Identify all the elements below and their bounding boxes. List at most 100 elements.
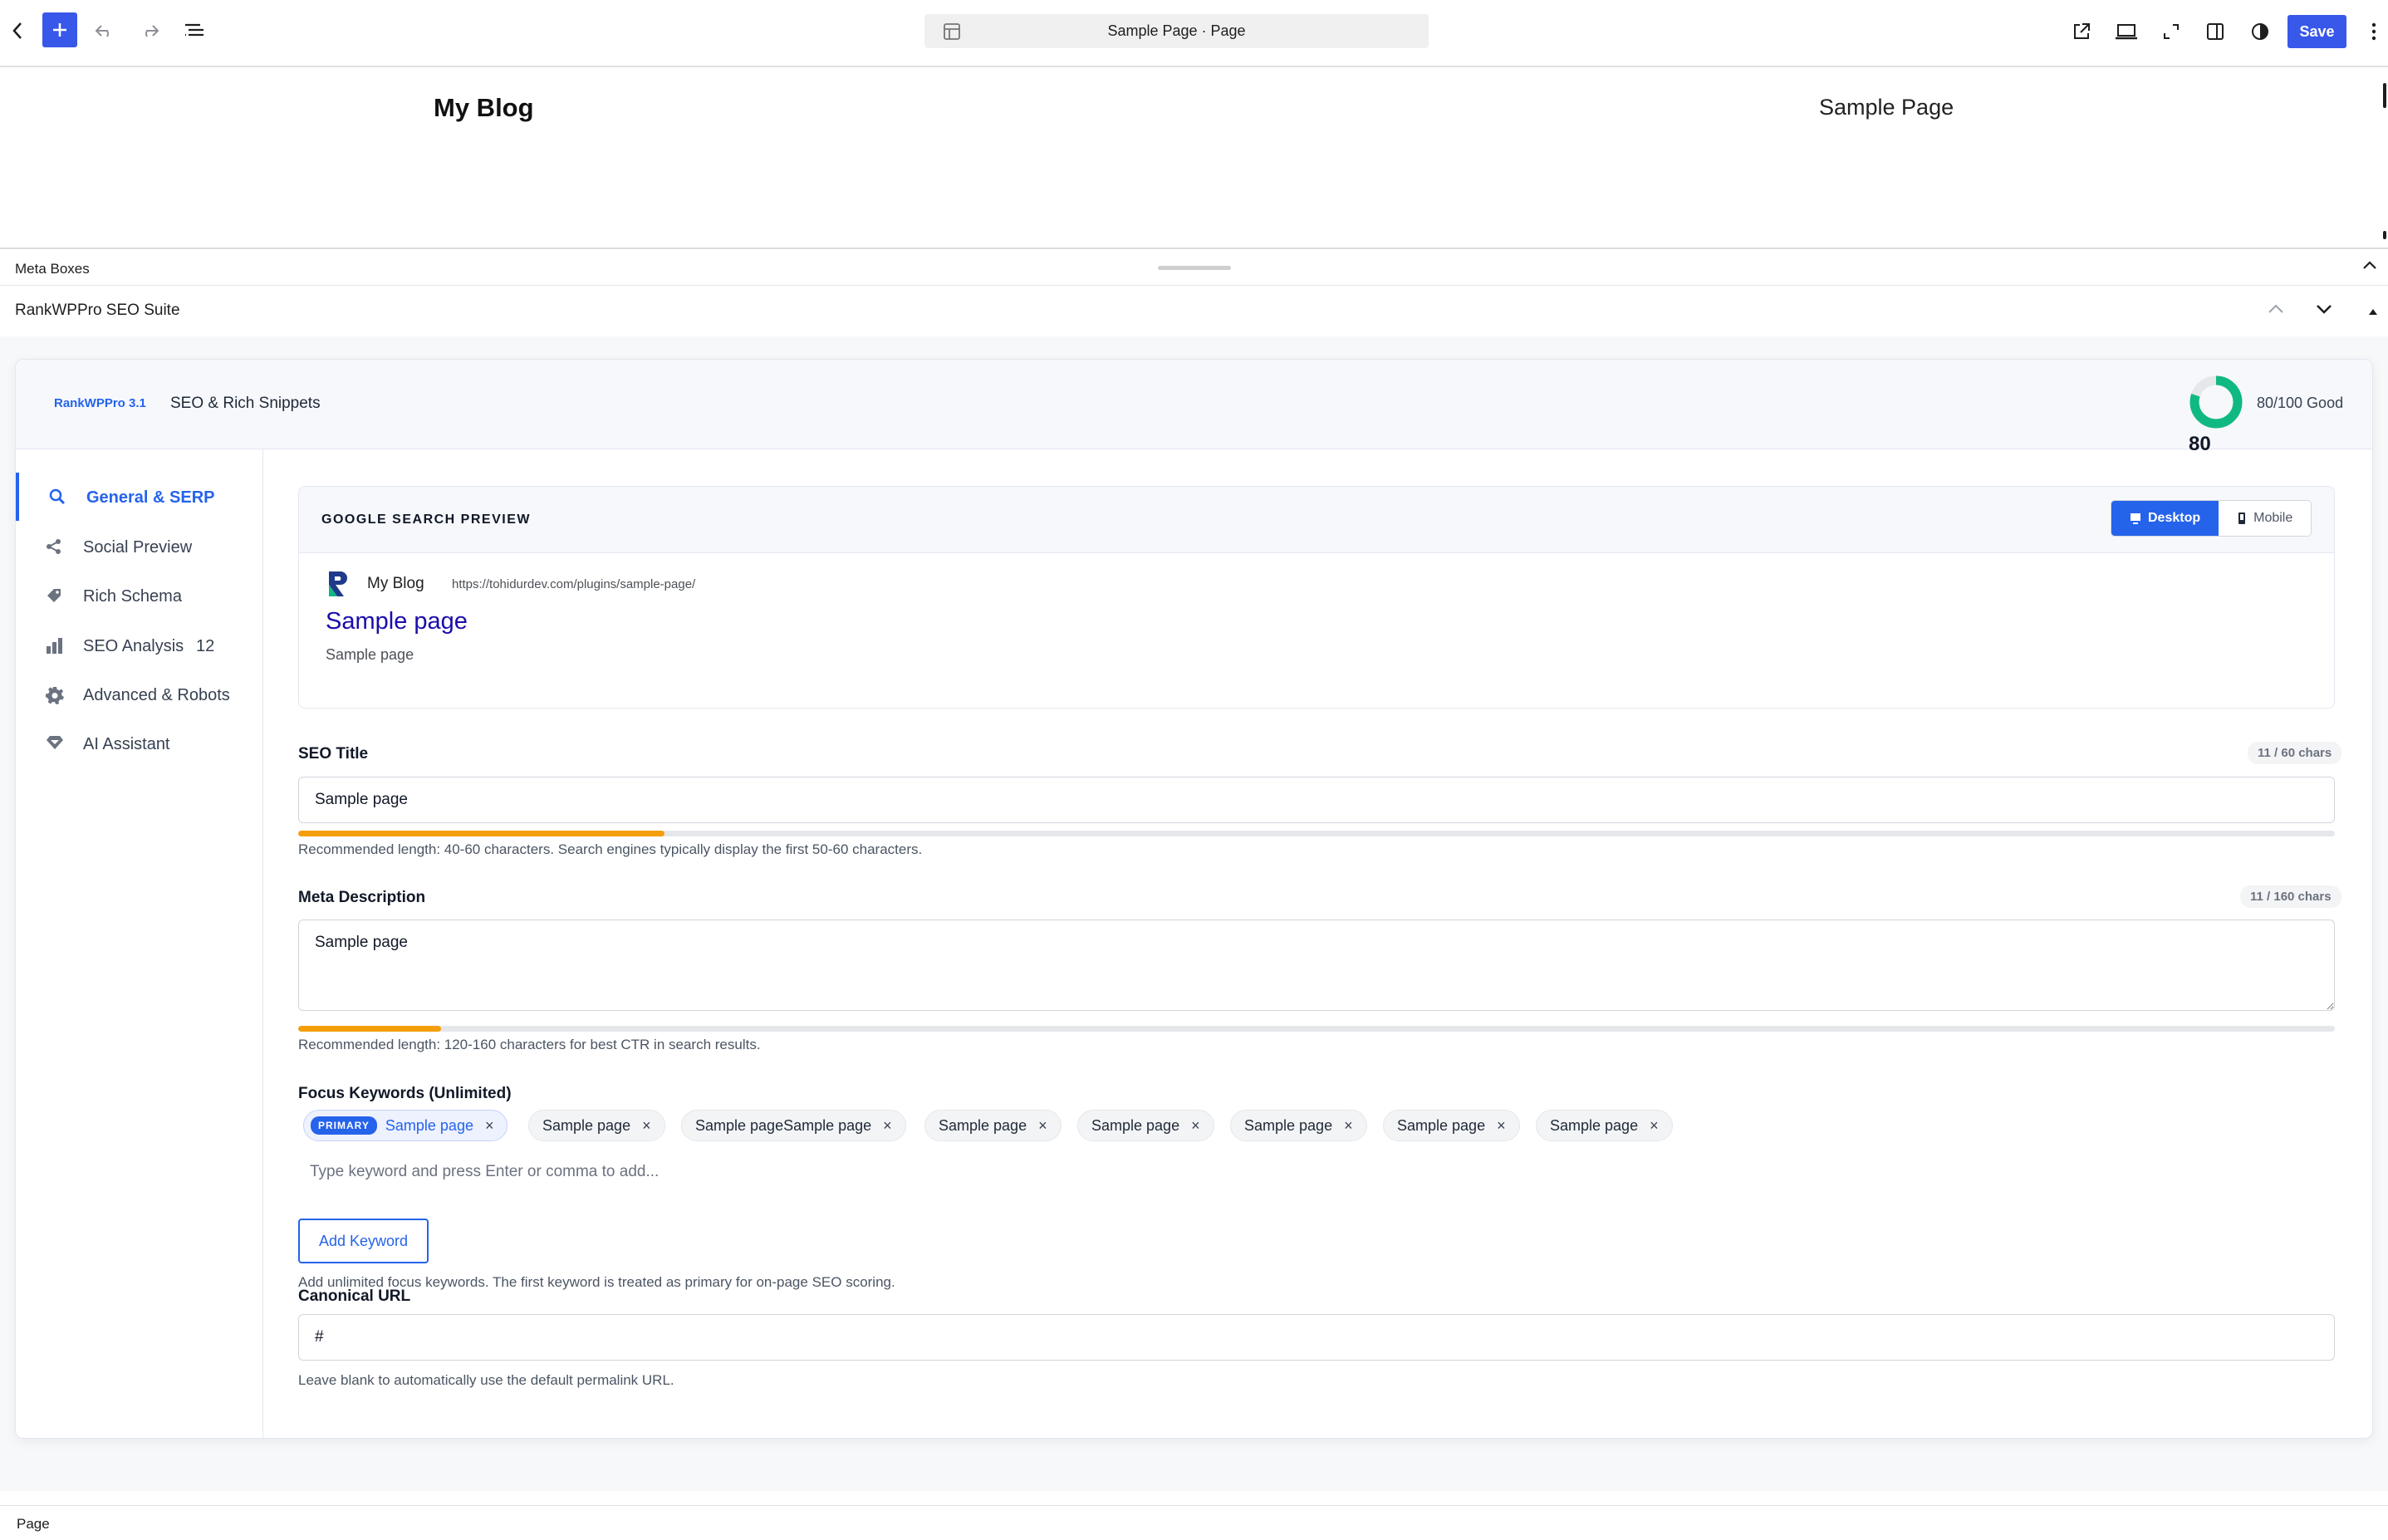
keyword-input[interactable]: Type keyword and press Enter or comma to… [310, 1163, 659, 1181]
meta-description-hint: Recommended length: 120-160 characters f… [298, 1037, 761, 1052]
remove-keyword-icon[interactable]: × [1497, 1117, 1506, 1135]
fullscreen-button[interactable] [2158, 18, 2185, 45]
remove-keyword-icon[interactable]: × [1038, 1117, 1047, 1135]
meta-description-textarea[interactable]: Sample page [298, 920, 2335, 1011]
canvas-scrollbar[interactable] [2383, 83, 2386, 108]
mobile-icon [2238, 513, 2246, 524]
seo-title-input[interactable] [298, 777, 2335, 823]
mobile-label: Mobile [2253, 511, 2293, 525]
share-icon [46, 538, 62, 560]
keyword-text: Sample page [1397, 1116, 1486, 1134]
gem-icon [46, 735, 64, 755]
keyword-chip[interactable]: Sample pageSample page × [681, 1110, 906, 1141]
remove-keyword-icon[interactable]: × [1191, 1117, 1200, 1135]
metabox-title: RankWPPro SEO Suite [15, 302, 180, 319]
sidebar-item-social-preview[interactable]: Social Preview [16, 522, 262, 571]
score-label: 80/100 Good [2257, 395, 2344, 411]
meta-description-length-fill [298, 1026, 441, 1032]
canonical-url-input[interactable] [298, 1314, 2335, 1361]
remove-keyword-icon[interactable]: × [485, 1117, 494, 1135]
settings-sidebar-button[interactable] [2202, 18, 2229, 45]
meta-description-label: Meta Description [298, 889, 426, 906]
plugin-header: RankWPPro 3.1 SEO & Rich Snippets 80 80/… [16, 360, 2372, 455]
sidebar-item-label: SEO Analysis [83, 637, 184, 655]
gear-icon [45, 686, 64, 709]
meta-description-length-bar [298, 1026, 2335, 1032]
sidebar-item-ai-assistant[interactable]: AI Assistant [16, 719, 262, 768]
add-block-button[interactable] [42, 12, 77, 47]
back-icon[interactable] [5, 18, 30, 43]
sidebar-item-label: Rich Schema [83, 587, 182, 606]
seo-title-length-fill [298, 831, 665, 836]
sidebar-item-rich-schema[interactable]: Rich Schema [16, 571, 262, 620]
editor-toolbar: Sample Page · Page Save [0, 0, 2388, 67]
keyword-chip[interactable]: Sample page × [924, 1110, 1062, 1141]
styles-button[interactable] [2247, 18, 2273, 45]
breadcrumb[interactable]: Page [17, 1516, 50, 1533]
keyword-chip[interactable]: Sample page × [1383, 1110, 1520, 1141]
remove-keyword-icon[interactable]: × [1650, 1117, 1659, 1135]
move-up-icon[interactable] [2266, 300, 2286, 322]
undo-button[interactable] [91, 18, 118, 43]
meta-boxes-bar: Meta Boxes [0, 248, 2388, 286]
add-block-icon [53, 23, 66, 37]
canonical-url-hint: Leave blank to automatically use the def… [298, 1372, 674, 1388]
add-keyword-button[interactable]: Add Keyword [298, 1219, 429, 1263]
document-title: Sample Page · Page [1107, 22, 1246, 39]
canvas-scrollbar-end [2383, 231, 2386, 239]
desktop-icon [2131, 513, 2140, 524]
toggle-panel-icon[interactable] [2367, 305, 2379, 320]
keyword-chip[interactable]: Sample page × [528, 1110, 665, 1141]
keyword-chip[interactable]: Sample page × [1077, 1110, 1214, 1141]
keyword-text: Sample page [1244, 1116, 1333, 1134]
mobile-toggle-button[interactable]: Mobile [2219, 501, 2312, 536]
redo-icon [145, 25, 159, 37]
save-button[interactable]: Save [2287, 15, 2346, 48]
serp-preview: GOOGLE SEARCH PREVIEW Desktop Mobile My … [298, 486, 2335, 709]
style-toggle-icon [2252, 23, 2268, 40]
keyword-text: Sample page [385, 1116, 473, 1134]
device-preview-button[interactable] [2111, 18, 2141, 45]
keyword-text: Sample page [1091, 1116, 1180, 1134]
view-page-button[interactable] [2068, 18, 2095, 45]
sidebar-item-advanced-robots[interactable]: Advanced & Robots [16, 670, 262, 719]
collapse-meta-boxes-icon[interactable] [2361, 259, 2378, 275]
redo-button[interactable] [136, 18, 163, 43]
fullscreen-icon [2164, 24, 2179, 39]
serp-description: Sample page [326, 646, 414, 663]
keyword-chip[interactable]: Sample page × [1536, 1110, 1673, 1141]
meta-description-counter: 11 / 160 chars [2240, 885, 2341, 908]
keyword-chip[interactable]: Sample page × [1230, 1110, 1367, 1141]
keyword-text: Sample page [1550, 1116, 1639, 1134]
document-overview-button[interactable] [181, 18, 208, 43]
resize-handle[interactable] [1158, 266, 1231, 270]
serp-title[interactable]: Sample page [326, 608, 468, 635]
editor-canvas[interactable]: My Blog Sample Page [0, 68, 2388, 248]
keyword-text: Sample page [542, 1116, 631, 1134]
remove-keyword-icon[interactable]: × [883, 1117, 892, 1135]
document-title-bar[interactable]: Sample Page · Page [924, 14, 1429, 48]
sidebar-item-general-serp[interactable]: General & SERP [16, 473, 262, 521]
document-overview-icon [185, 23, 203, 37]
serp-preview-header: GOOGLE SEARCH PREVIEW Desktop Mobile [299, 487, 2334, 553]
desktop-toggle-button[interactable]: Desktop [2111, 501, 2219, 536]
plugin-brand: RankWPPro 3.1 [54, 396, 146, 410]
tag-icon [46, 587, 62, 609]
remove-keyword-icon[interactable]: × [1344, 1117, 1353, 1135]
options-menu-icon [2371, 22, 2376, 41]
remove-keyword-icon[interactable]: × [642, 1117, 651, 1135]
site-logo-icon [326, 570, 352, 602]
move-down-icon[interactable] [2314, 300, 2334, 322]
navigation-link[interactable]: Sample Page [1819, 95, 1954, 120]
metabox-header: RankWPPro SEO Suite [0, 287, 2388, 336]
keyword-chip-primary[interactable]: PRIMARY Sample page × [303, 1110, 508, 1141]
keyword-text: Sample page [939, 1116, 1027, 1134]
score-ring [2189, 375, 2243, 429]
serp-url: https://tohidurdev.com/plugins/sample-pa… [452, 577, 696, 591]
sidebar-toggle-icon [2207, 23, 2224, 40]
options-menu-button[interactable] [2366, 18, 2382, 45]
meta-boxes-label: Meta Boxes [15, 261, 90, 277]
site-title[interactable]: My Blog [434, 93, 534, 123]
sidebar-item-seo-analysis[interactable]: SEO Analysis 12 [16, 621, 262, 669]
plugin-main: GOOGLE SEARCH PREVIEW Desktop Mobile My … [263, 449, 2374, 1439]
